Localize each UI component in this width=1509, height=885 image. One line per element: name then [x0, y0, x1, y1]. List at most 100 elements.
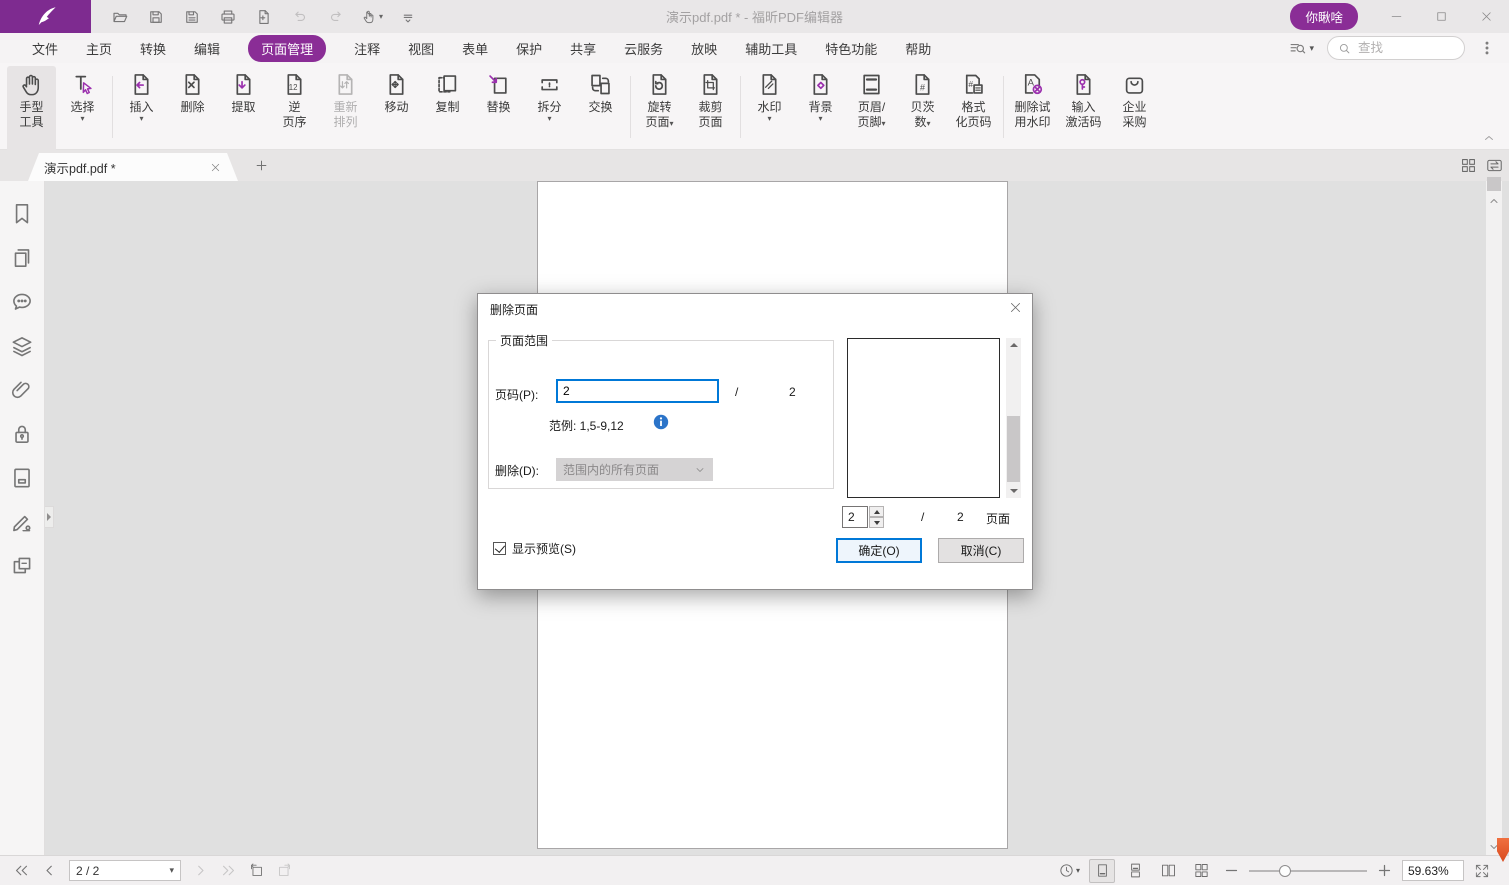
menu-tab[interactable]: 共享 — [570, 33, 596, 63]
view-mode-button[interactable]: ▾ — [1122, 859, 1148, 883]
window-control-button[interactable] — [1419, 0, 1464, 33]
content-icon[interactable] — [9, 553, 35, 579]
scroll-up-icon[interactable] — [1488, 195, 1500, 207]
qat-button[interactable]: ▾ — [105, 4, 134, 30]
security-icon[interactable] — [9, 421, 35, 447]
qat-button[interactable]: ▾ — [213, 4, 242, 30]
zoom-out-icon[interactable] — [1223, 862, 1240, 879]
preview-scroll-down-icon[interactable] — [1006, 484, 1021, 498]
panel-expand-handle[interactable] — [45, 506, 54, 528]
qat-button[interactable]: ▾ — [141, 4, 170, 30]
menu-tab[interactable]: 文件 — [32, 33, 58, 63]
view-mode-button[interactable]: ▾ — [1188, 859, 1214, 883]
cancel-button[interactable]: 取消(C) — [938, 538, 1024, 563]
find-options-button[interactable]: ▾ — [1288, 39, 1314, 58]
first-page-icon[interactable] — [13, 862, 30, 879]
window-control-button[interactable] — [1464, 0, 1509, 33]
ribbon-button[interactable]: 复制▾ — [423, 66, 472, 152]
window-control-button[interactable] — [1374, 0, 1419, 33]
zoom-slider[interactable] — [1249, 861, 1367, 881]
ribbon-button[interactable]: 选择▾ — [58, 66, 107, 152]
tab-strip-button[interactable] — [1459, 156, 1478, 175]
qat-button[interactable]: ▾ — [177, 4, 206, 30]
menu-tab[interactable]: 转换 — [140, 33, 166, 63]
search-box[interactable] — [1327, 36, 1465, 60]
kebab-menu-icon[interactable] — [1478, 39, 1496, 57]
menu-tab[interactable]: 保护 — [516, 33, 542, 63]
ribbon-button[interactable]: 企业 采购▾ — [1110, 66, 1159, 152]
fullscreen-icon[interactable] — [1473, 862, 1491, 880]
menu-tab[interactable]: 放映 — [691, 33, 717, 63]
info-icon[interactable] — [653, 414, 669, 430]
close-tab-icon[interactable] — [209, 161, 222, 174]
view-mode-button[interactable]: ▾ — [1089, 859, 1115, 883]
qat-button[interactable]: ▾ — [321, 4, 350, 30]
ribbon-button[interactable]: 12 逆 页序▾ — [270, 66, 319, 152]
next-page-icon[interactable] — [192, 862, 209, 879]
qat-button[interactable]: ▾ — [285, 4, 314, 30]
document-tab[interactable]: 演示pdf.pdf * — [28, 153, 238, 181]
menu-tab[interactable]: 注释 — [354, 33, 380, 63]
zoom-level-box[interactable]: 59.63% — [1402, 860, 1464, 881]
ok-button[interactable]: 确定(O) — [836, 538, 922, 563]
layers-icon[interactable] — [9, 333, 35, 359]
ribbon-button[interactable]: 输入 激活码▾ — [1059, 66, 1108, 152]
zoom-in-icon[interactable] — [1376, 862, 1393, 879]
collapse-ribbon-button[interactable] — [1481, 131, 1497, 145]
tab-strip-button[interactable] — [1485, 156, 1504, 175]
menu-tab[interactable]: 辅助工具 — [745, 33, 797, 63]
ribbon-button[interactable]: 提取▾ — [219, 66, 268, 152]
scrollbar-thumb[interactable] — [1487, 177, 1501, 191]
account-button[interactable]: 你瞅啥 — [1290, 3, 1358, 30]
previous-view-icon[interactable] — [248, 862, 265, 879]
new-tab-button[interactable] — [254, 158, 269, 173]
spin-down-button[interactable] — [869, 517, 884, 528]
menu-tab[interactable]: 编辑 — [194, 33, 220, 63]
ribbon-button[interactable]: 插入▾ — [117, 66, 166, 152]
menu-tab[interactable]: 帮助 — [905, 33, 931, 63]
menu-tab[interactable]: 页面管理 — [248, 35, 326, 62]
ribbon-button[interactable]: 删除▾ — [168, 66, 217, 152]
bookmarks-icon[interactable] — [9, 201, 35, 227]
ribbon-button[interactable]: 旋转 页面▾ — [635, 66, 684, 152]
page-thumbnails-icon[interactable] — [9, 245, 35, 271]
ribbon-button[interactable]: # 贝茨 数▾ — [898, 66, 947, 152]
view-mode-button[interactable]: ▾ — [1056, 859, 1082, 883]
spin-up-button[interactable] — [869, 506, 884, 517]
ribbon-button[interactable]: 拆分▾ — [525, 66, 574, 152]
ribbon-button[interactable]: # 格式 化页码▾ — [949, 66, 998, 152]
ribbon-button[interactable]: 交换▾ — [576, 66, 625, 152]
vertical-scrollbar[interactable] — [1486, 181, 1502, 855]
ribbon-button[interactable]: 页眉/ 页脚▾ — [847, 66, 896, 152]
view-mode-button[interactable]: ▾ — [1155, 859, 1181, 883]
qat-button[interactable]: ▾ — [393, 4, 422, 30]
show-preview-checkbox[interactable]: 显示预览(S) — [493, 540, 576, 557]
ribbon-button[interactable]: 替换▾ — [474, 66, 523, 152]
menu-tab[interactable]: 云服务 — [624, 33, 663, 63]
menu-tab[interactable]: 主页 — [86, 33, 112, 63]
menu-tab[interactable]: 表单 — [462, 33, 488, 63]
preview-page-input[interactable]: 2 — [842, 506, 868, 528]
comments-icon[interactable] — [9, 289, 35, 315]
destinations-icon[interactable] — [9, 465, 35, 491]
next-view-icon[interactable] — [276, 862, 293, 879]
ribbon-button[interactable]: 重新 排列▾ — [321, 66, 370, 152]
last-page-icon[interactable] — [220, 862, 237, 879]
attachments-icon[interactable] — [9, 377, 35, 403]
app-logo[interactable] — [0, 0, 91, 33]
zoom-slider-thumb[interactable] — [1279, 865, 1291, 877]
ribbon-button[interactable]: A 删除试 用水印▾ — [1008, 66, 1057, 152]
qat-button[interactable]: ▾ — [357, 4, 386, 30]
ribbon-button[interactable]: 裁剪 页面▾ — [686, 66, 735, 152]
signature-icon[interactable] — [9, 509, 35, 535]
ribbon-button[interactable]: 水印▾ — [745, 66, 794, 152]
ribbon-button[interactable]: 手型 工具▾ — [7, 66, 56, 152]
menu-tab[interactable]: 特色功能 — [825, 33, 877, 63]
preview-scrollbar-thumb[interactable] — [1007, 416, 1020, 482]
preview-scroll-up-icon[interactable] — [1006, 338, 1021, 352]
ribbon-button[interactable]: 背景▾ — [796, 66, 845, 152]
qat-button[interactable]: ▾ — [249, 4, 278, 30]
page-number-input[interactable] — [556, 379, 719, 403]
page-number-box[interactable]: 2 / 2 ▾ — [69, 860, 181, 881]
prev-page-icon[interactable] — [41, 862, 58, 879]
